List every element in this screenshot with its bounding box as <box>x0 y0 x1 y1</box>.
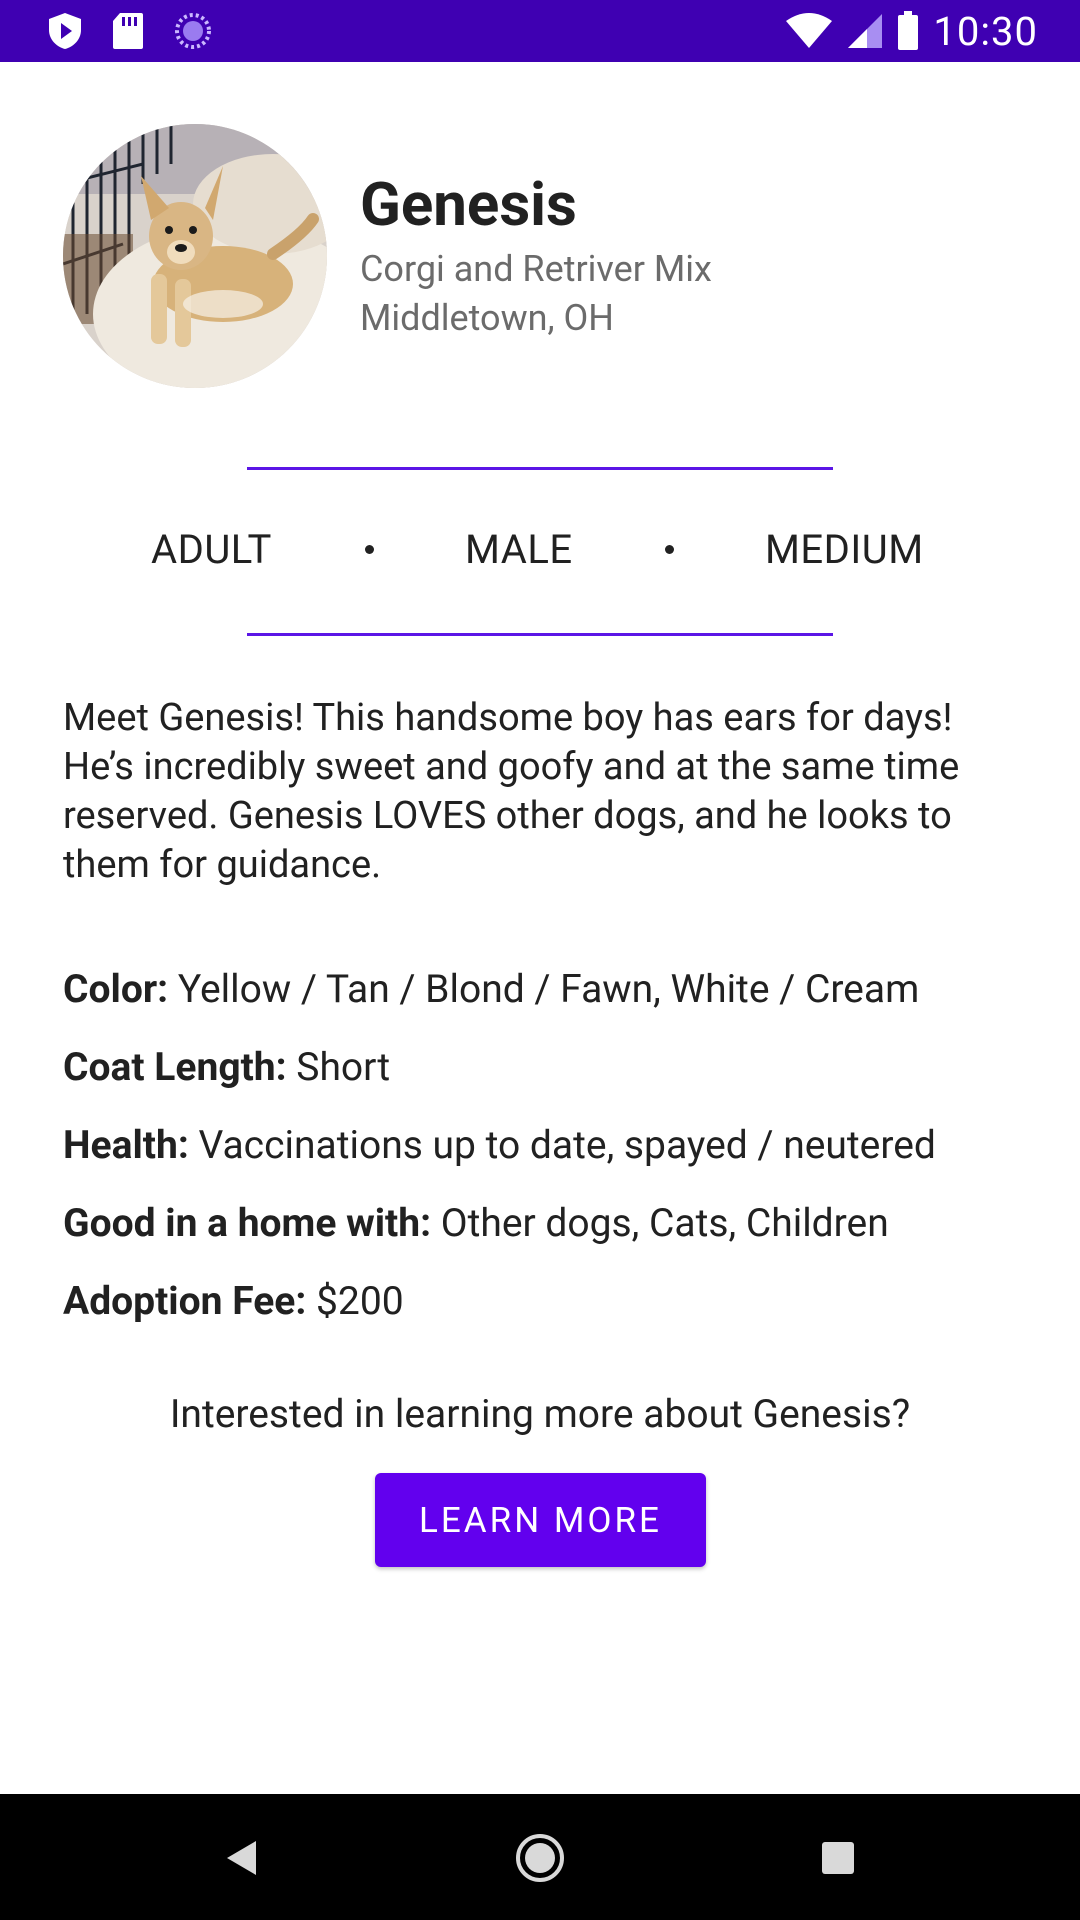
attributes-divider-top <box>247 467 833 470</box>
battery-icon <box>897 11 919 51</box>
attribute-separator-dot <box>665 545 674 554</box>
learn-more-button[interactable]: LEARN MORE <box>375 1473 706 1567</box>
detail-value: Vaccinations up to date, spayed / neuter… <box>188 1122 936 1168</box>
pet-detail-screen: Genesis Corgi and Retriver Mix Middletow… <box>0 62 1080 1794</box>
detail-health: Health: Vaccinations up to date, spayed … <box>63 1106 1043 1184</box>
status-left-icons <box>48 12 242 50</box>
sync-icon <box>174 12 212 50</box>
detail-coat-length: Coat Length: Short <box>63 1028 1043 1106</box>
status-bar: 10:30 <box>0 0 1080 62</box>
sd-card-icon <box>112 12 144 50</box>
dog-photo-icon <box>63 124 327 388</box>
pet-details: Color: Yellow / Tan / Blond / Fawn, Whit… <box>63 950 1043 1340</box>
detail-value: $200 <box>306 1278 404 1324</box>
detail-good-with: Good in a home with: Other dogs, Cats, C… <box>63 1184 1043 1262</box>
signal-icon <box>847 13 883 49</box>
wifi-icon <box>785 13 833 49</box>
status-right-icons: 10:30 <box>771 8 1038 55</box>
detail-value: Short <box>286 1044 391 1090</box>
play-protect-icon <box>48 12 82 50</box>
pet-profile-header: Genesis Corgi and Retriver Mix Middletow… <box>63 124 712 388</box>
back-icon[interactable] <box>213 1830 269 1886</box>
attribute-gender: MALE <box>465 526 573 573</box>
attribute-separator-dot <box>365 545 374 554</box>
pet-breed: Corgi and Retriver Mix <box>360 247 712 290</box>
detail-adoption-fee: Adoption Fee: $200 <box>63 1262 1043 1340</box>
navigation-bar <box>0 1794 1080 1920</box>
attribute-age: ADULT <box>151 526 272 573</box>
detail-value: Yellow / Tan / Blond / Fawn, White / Cre… <box>168 966 920 1012</box>
pet-avatar <box>63 124 327 388</box>
status-time: 10:30 <box>933 7 1038 55</box>
detail-label: Good in a home with: <box>63 1200 432 1246</box>
attribute-size: MEDIUM <box>765 526 924 573</box>
detail-label: Color: <box>63 966 169 1012</box>
learn-more-prompt: Interested in learning more about Genesi… <box>169 1391 911 1437</box>
attributes-divider-bottom <box>247 633 833 636</box>
pet-name: Genesis <box>360 168 577 240</box>
pet-location: Middletown, OH <box>360 296 614 339</box>
recents-icon[interactable] <box>810 1830 866 1886</box>
detail-value: Other dogs, Cats, Children <box>431 1200 889 1246</box>
detail-label: Coat Length: <box>63 1044 287 1090</box>
home-icon[interactable] <box>512 1830 568 1886</box>
pet-description: Meet Genesis! This handsome boy has ears… <box>63 696 960 887</box>
detail-label: Adoption Fee: <box>63 1278 307 1324</box>
detail-label: Health: <box>63 1122 189 1168</box>
detail-color: Color: Yellow / Tan / Blond / Fawn, Whit… <box>63 950 1043 1028</box>
pet-profile-text: Genesis Corgi and Retriver Mix Middletow… <box>360 170 712 343</box>
